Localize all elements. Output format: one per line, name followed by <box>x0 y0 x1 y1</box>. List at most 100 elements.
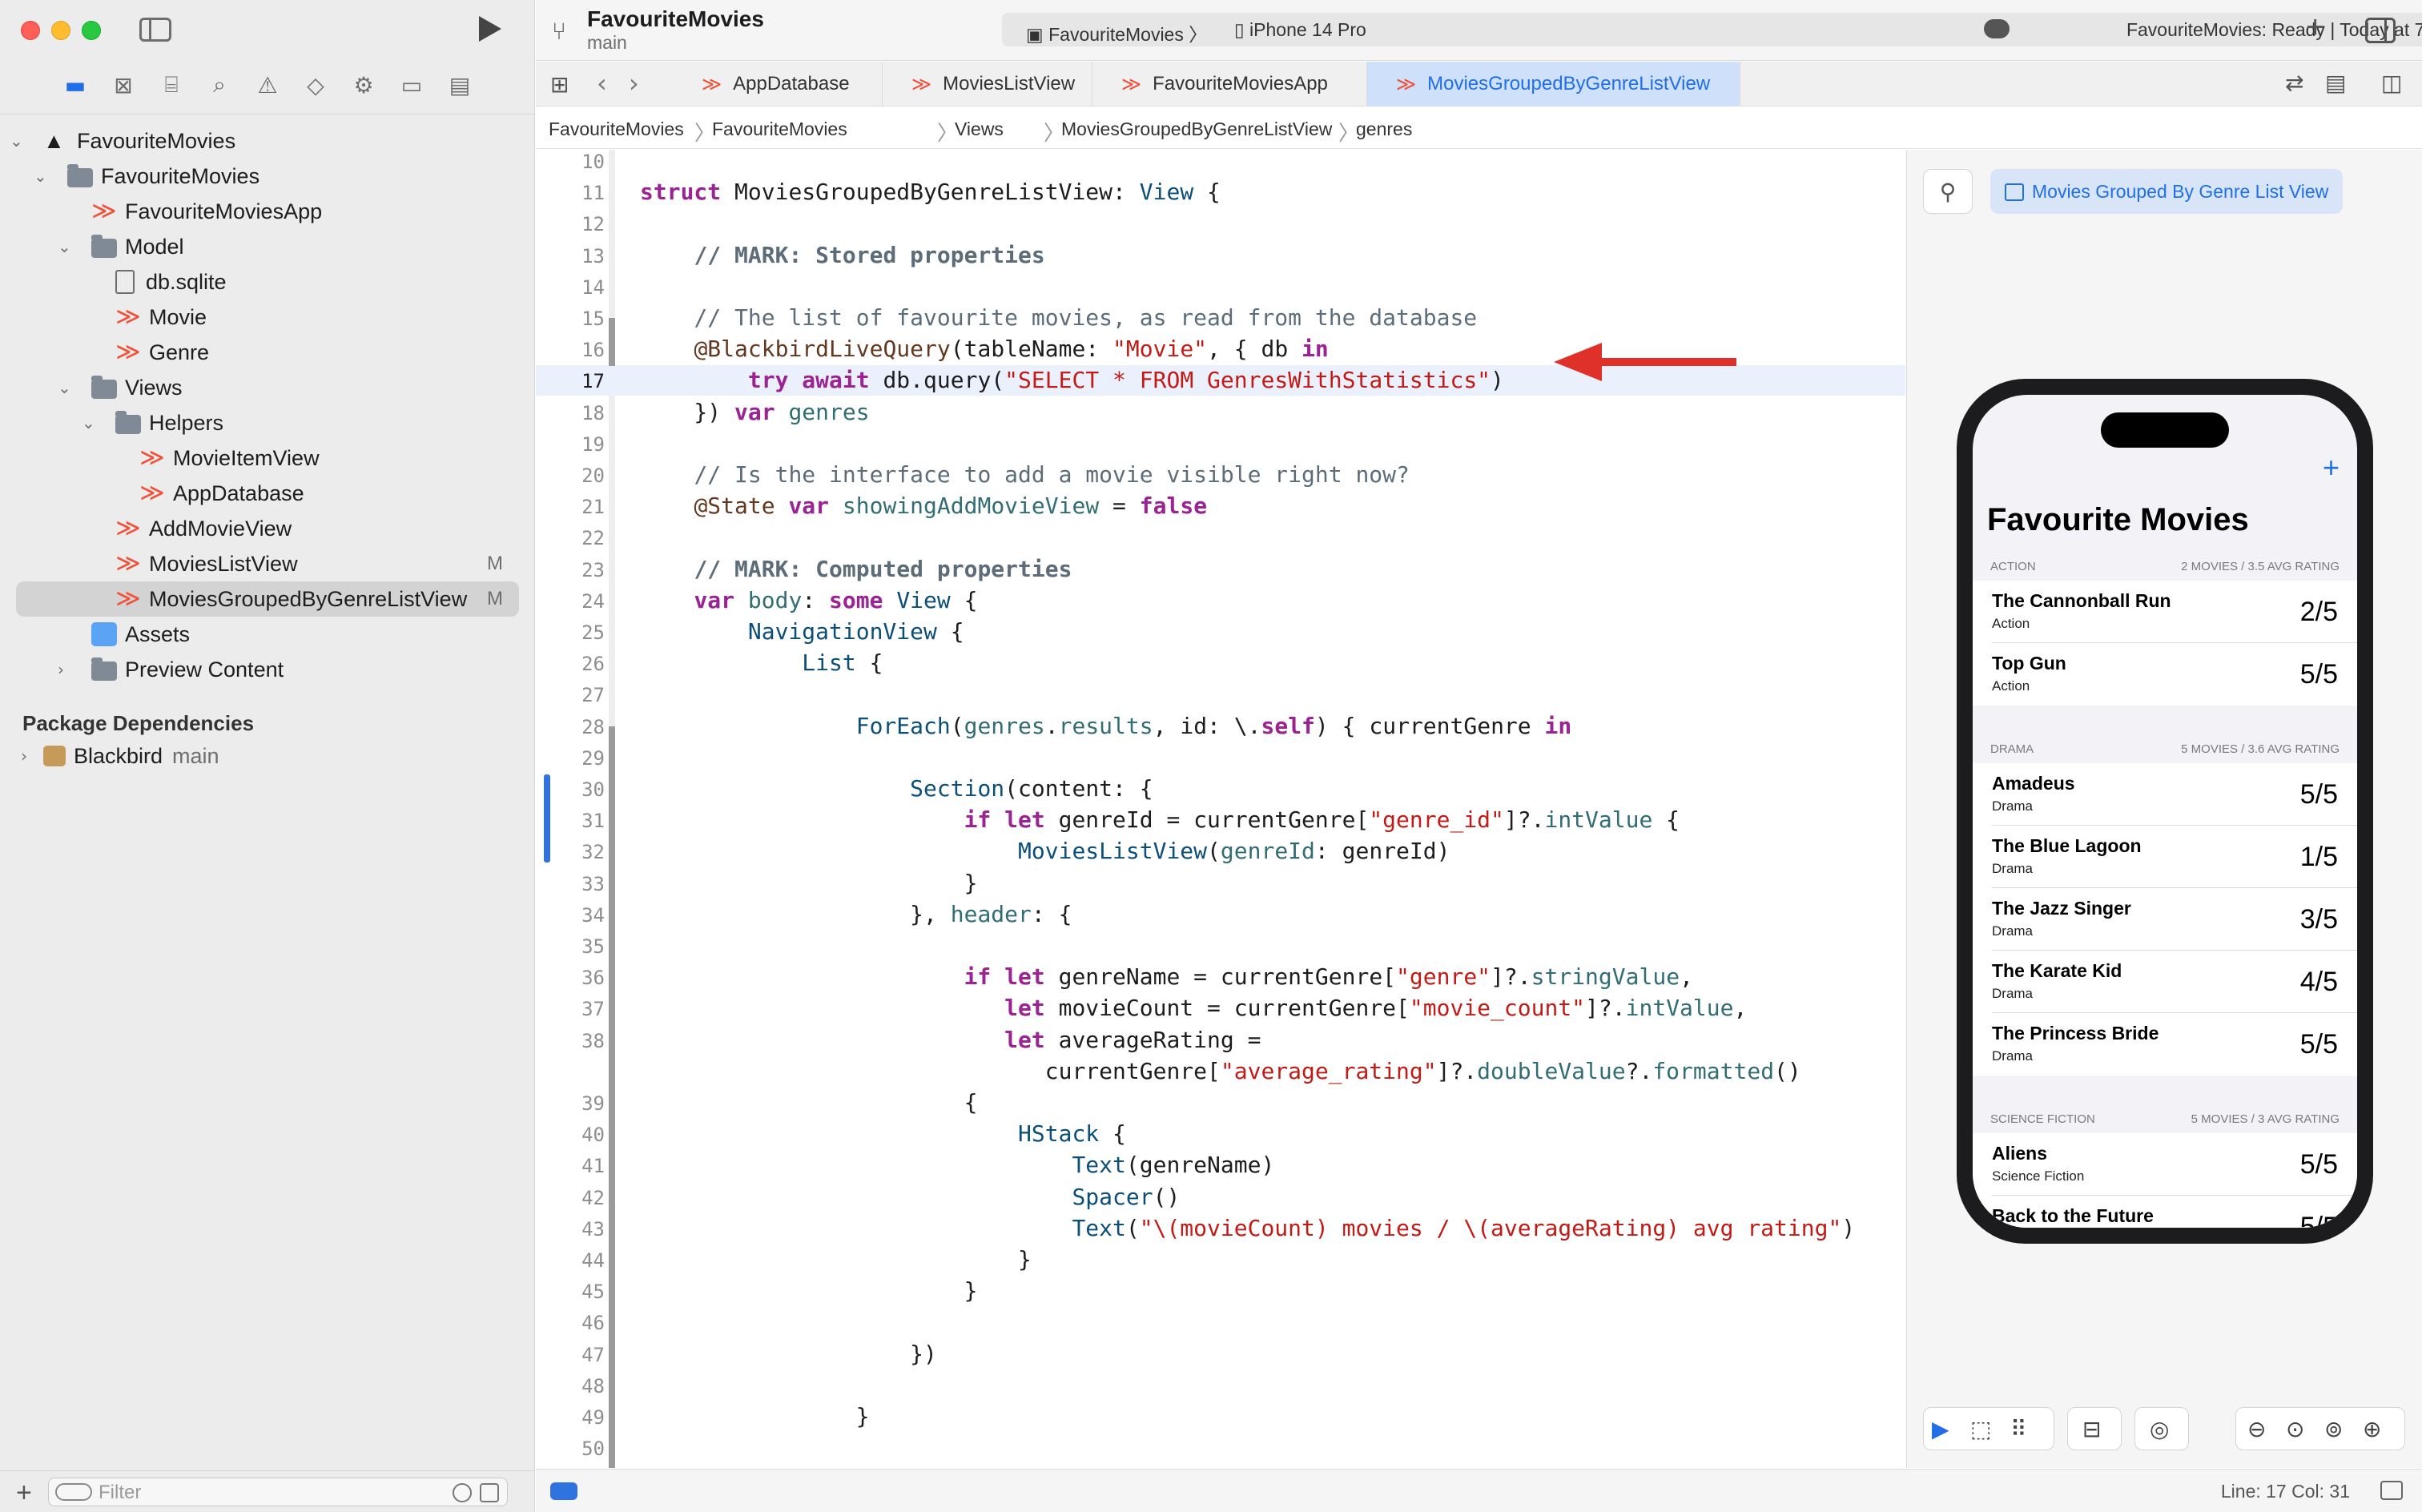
code-line[interactable]: Text("\(movieCount) movies / \(averageRa… <box>640 1215 1855 1241</box>
code-folding-ribbon[interactable] <box>609 726 615 1468</box>
code-line[interactable]: Spacer() <box>640 1184 1180 1210</box>
breadcrumb-item[interactable]: genres <box>1356 119 1412 140</box>
code-line[interactable]: }) <box>640 1341 937 1367</box>
zoom-in-icon[interactable]: ⊕ <box>2363 1416 2381 1442</box>
symbol-icon[interactable]: ⌸ <box>147 70 195 99</box>
editor-tab[interactable]: ≫ FavouriteMoviesApp <box>1092 62 1367 107</box>
code-line[interactable]: let movieCount = currentGenre["movie_cou… <box>640 995 1747 1021</box>
tree-item[interactable]: ≫ Genre <box>0 335 535 370</box>
source-change-bar[interactable] <box>544 774 550 863</box>
code-line[interactable]: } <box>640 1277 978 1304</box>
tree-item[interactable]: ≫ AppDatabase <box>0 476 535 511</box>
chevron-right-icon[interactable]: › <box>21 746 27 766</box>
breadcrumb-item[interactable]: FavouriteMovies <box>549 119 684 140</box>
code-line[interactable]: // MARK: Stored properties <box>640 242 1044 268</box>
code-line[interactable]: HStack { <box>640 1120 1126 1147</box>
code-line[interactable]: @BlackbirdLiveQuery(tableName: "Movie", … <box>640 336 1328 362</box>
scheme-selector[interactable]: ▣ FavouriteMovies 〉 <box>1026 19 1207 46</box>
device-icon[interactable]: ◎ <box>2150 1416 2169 1442</box>
code-line[interactable]: } <box>640 1246 1032 1273</box>
cloud-icon[interactable] <box>1984 19 2010 38</box>
recent-files-icon[interactable] <box>453 1483 472 1502</box>
chevron-down-icon[interactable]: ⌄ <box>82 413 95 432</box>
movie-row[interactable]: Amadeus Drama 5/5 <box>1973 763 2357 826</box>
zoom-window-button[interactable] <box>82 21 101 40</box>
split-editor-icon[interactable]: ◫ <box>2381 70 2402 96</box>
filter-input[interactable]: Filter <box>48 1478 508 1506</box>
zoom-out-icon[interactable]: ⊖ <box>2247 1416 2266 1442</box>
code-line[interactable]: } <box>640 870 978 896</box>
code-line[interactable]: } <box>640 1466 815 1468</box>
tree-item[interactable]: ⌄ FavouriteMovies <box>0 159 535 194</box>
run-button[interactable] <box>479 16 501 42</box>
code-line[interactable]: Section(content: { <box>640 775 1153 802</box>
code-line[interactable]: } <box>640 1403 870 1430</box>
package-row-blackbird[interactable]: › Blackbird main <box>0 738 535 774</box>
breakpoint-icon[interactable]: ▭ <box>388 70 436 99</box>
swap-icon[interactable]: ⇄ <box>2285 70 2303 96</box>
code-line[interactable]: struct MoviesGroupedByGenreListView: Vie… <box>640 179 1221 205</box>
add-movie-button[interactable]: + <box>2323 451 2340 485</box>
code-line[interactable]: // The list of favourite movies, as read… <box>640 304 1477 331</box>
warning-icon[interactable]: ⚠ <box>243 70 292 99</box>
zoom-fit-icon[interactable]: ⊚ <box>2324 1416 2343 1442</box>
tree-item[interactable]: ⌄ Views <box>0 370 535 405</box>
tree-item[interactable]: ≫ MoviesGroupedByGenreListView M <box>16 581 519 617</box>
search-icon[interactable]: ⌕ <box>195 70 243 99</box>
filter-options-icon[interactable] <box>55 1483 92 1501</box>
preview-name[interactable]: Movies Grouped By Genre List View <box>1990 169 2344 214</box>
minimize-window-button[interactable] <box>51 21 70 40</box>
tree-item[interactable]: ≫ Movie <box>0 300 535 335</box>
debug-area-toggle[interactable] <box>550 1482 577 1500</box>
test-icon[interactable]: ◇ <box>292 70 340 99</box>
movie-row[interactable]: The Princess Bride Drama 5/5 <box>1973 1013 2357 1076</box>
code-line[interactable]: { <box>640 1089 978 1116</box>
movie-row[interactable]: Aliens Science Fiction 5/5 <box>1973 1133 2357 1196</box>
code-line[interactable]: try await db.query("SELECT * FROM Genres… <box>640 367 1504 393</box>
code-line[interactable]: // Is the interface to add a movie visib… <box>640 461 1409 488</box>
chevron-down-icon[interactable]: ⌄ <box>58 237 71 256</box>
tree-item[interactable]: ⌄ Helpers <box>0 405 535 440</box>
tree-item[interactable]: db.sqlite <box>0 264 535 300</box>
code-line[interactable]: if let genreName = currentGenre["genre"]… <box>640 963 1693 990</box>
breadcrumb-item[interactable]: FavouriteMovies <box>712 119 847 140</box>
chevron-right-icon[interactable]: › <box>58 660 64 679</box>
add-icon[interactable]: + <box>16 1478 32 1509</box>
run-destination[interactable]: ▯ iPhone 14 Pro <box>1234 19 1366 41</box>
editor-tab[interactable]: ≫ AppDatabase <box>673 62 883 107</box>
movie-row[interactable]: The Karate Kid Drama 4/5 <box>1973 951 2357 1013</box>
movie-row[interactable]: The Jazz Singer Drama 3/5 <box>1973 888 2357 951</box>
device-settings-icon[interactable]: ⊟ <box>2082 1416 2101 1442</box>
pin-icon[interactable]: ⚲ <box>1923 169 1973 214</box>
close-window-button[interactable] <box>21 21 40 40</box>
breadcrumb-item[interactable]: Views <box>955 119 1004 140</box>
chevron-down-icon[interactable]: ⌄ <box>58 378 71 397</box>
chevron-down-icon[interactable]: ⌄ <box>34 167 47 186</box>
code-line[interactable]: @State var showingAddMovieView = false <box>640 493 1207 519</box>
code-folding-ribbon[interactable] <box>609 318 615 366</box>
code-line[interactable]: List { <box>640 649 883 676</box>
code-line[interactable]: currentGenre["average_rating"]?.doubleVa… <box>640 1058 1801 1084</box>
breadcrumb-item[interactable]: MoviesGroupedByGenreListView <box>1061 119 1332 140</box>
code-line[interactable]: NavigationView { <box>640 618 964 645</box>
code-line[interactable]: if let genreId = currentGenre["genre_id"… <box>640 806 1680 833</box>
debug-area-icon[interactable] <box>2380 1481 2403 1500</box>
editor-tab[interactable]: ≫ MoviesGroupedByGenreListView <box>1367 62 1740 107</box>
tree-item[interactable]: Assets <box>0 617 535 652</box>
code-editor[interactable]: 10 11 struct MoviesGroupedByGenreListView:… <box>536 150 1905 1468</box>
code-line[interactable]: let averageRating = <box>640 1027 1261 1053</box>
library-add-icon[interactable]: + <box>2306 10 2324 46</box>
variants-icon[interactable]: ⠿ <box>2010 1416 2027 1442</box>
code-line[interactable]: ForEach(genres.results, id: \.self) { cu… <box>640 713 1572 739</box>
code-line[interactable]: }) var genres <box>640 399 869 425</box>
forward-arrow-icon[interactable]: › <box>629 68 639 99</box>
related-items-icon[interactable]: ⊞ <box>550 71 569 98</box>
tree-item[interactable]: ≫ FavouriteMoviesApp <box>0 194 535 229</box>
code-line[interactable]: var body: some View { <box>640 587 977 613</box>
debug-icon[interactable]: ⚙ <box>340 70 388 99</box>
sidebar-toggle-icon[interactable] <box>139 18 171 42</box>
chevron-down-icon[interactable]: ⌄ <box>10 131 23 151</box>
zoom-100-icon[interactable]: ⊙ <box>2286 1416 2304 1442</box>
live-preview-icon[interactable]: ▶ <box>1932 1416 1949 1442</box>
report-icon[interactable]: ▤ <box>436 70 484 99</box>
